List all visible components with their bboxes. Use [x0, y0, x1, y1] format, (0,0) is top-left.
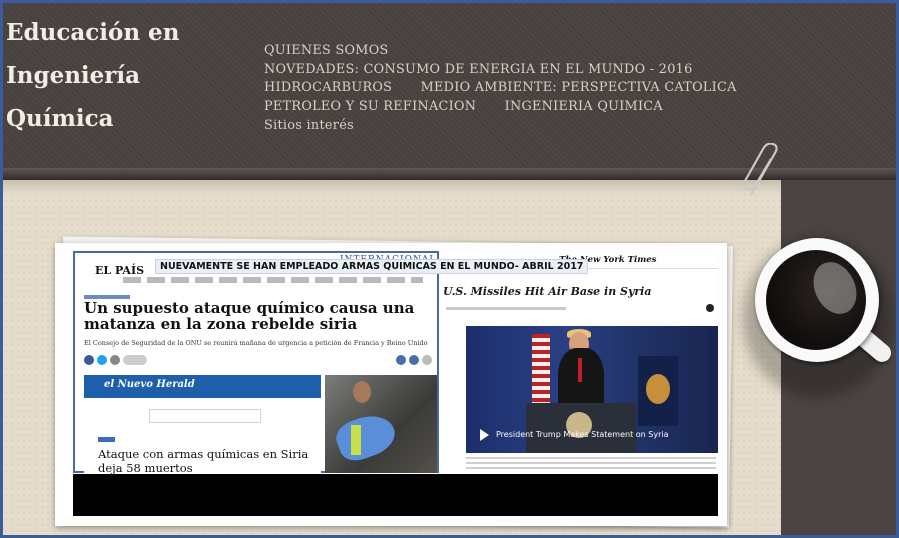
nav-row: QUIENES SOMOS	[264, 42, 784, 61]
nav-row: HIDROCARBUROS MEDIO AMBIENTE: PERSPECTIV…	[264, 79, 784, 98]
more-icon	[422, 355, 432, 365]
heart-icon	[396, 355, 406, 365]
nav-item-ingenieria-quimica[interactable]: INGENIERIA QUIMICA	[505, 98, 663, 117]
speaker-tie	[578, 358, 582, 382]
presidential-flag	[638, 356, 678, 426]
black-bar	[73, 474, 718, 516]
elpais-headline: Un supuesto ataque químico causa una mat…	[84, 299, 415, 333]
herald-photo	[325, 375, 437, 473]
paperclip-icon	[742, 143, 778, 196]
video-caption: President Trump Makes Statement on Syria	[496, 430, 669, 439]
share-icon	[110, 355, 120, 365]
nyt-body-text	[466, 457, 716, 471]
nav-item-quienes-somos[interactable]: QUIENES SOMOS	[264, 42, 389, 61]
site-title[interactable]: Educación en Ingeniería Química	[6, 11, 226, 140]
elpais-share-buttons	[84, 355, 147, 365]
nav-item-petroleo[interactable]: PETROLEO Y SU REFINACION	[264, 98, 476, 117]
featured-banner: NUEVAMENTE SE HAN EMPLEADO ARMAS QUIMICA…	[155, 259, 589, 274]
herald-tag	[98, 437, 115, 442]
nav-item-medio-ambiente[interactable]: MEDIO AMBIENTE: PERSPECTIVA CATOLICA	[421, 79, 737, 98]
elpais-menu-bar	[123, 277, 423, 283]
comments-icon	[123, 355, 147, 365]
facebook-icon	[84, 355, 94, 365]
site-title-line: Educación en	[6, 19, 180, 46]
news-collage: EL PAÍS INTERNACIONAL Un supuesto ataque…	[64, 251, 718, 516]
nav-item-hidrocarburos[interactable]: HIDROCARBUROS	[264, 79, 392, 98]
herald-header-bar: el Nuevo Herald	[84, 375, 321, 398]
nav-item-sitios-interes[interactable]: Sitios interés	[264, 117, 354, 136]
nav-row: NOVEDADES: CONSUMO DE ENERGIA EN EL MUND…	[264, 61, 784, 80]
nav-row: PETROLEO Y SU REFINACION INGENIERIA QUIM…	[264, 98, 784, 117]
herald-divider	[149, 409, 261, 423]
nyt-clipping: The New York Times U.S. Missiles Hit Air…	[443, 251, 718, 473]
elpais-clipping: EL PAÍS INTERNACIONAL Un supuesto ataque…	[73, 251, 439, 475]
site-title-line: Ingeniería	[6, 62, 141, 89]
twitter-icon	[97, 355, 107, 365]
nyt-share-icon	[706, 304, 714, 312]
elpais-logo: EL PAÍS	[95, 264, 145, 277]
featured-image[interactable]: EL PAÍS INTERNACIONAL Un supuesto ataque…	[55, 243, 727, 526]
nyt-video[interactable]: President Trump Makes Statement on Syria	[466, 326, 718, 453]
site-title-line: Química	[6, 105, 114, 132]
mail-icon	[409, 355, 419, 365]
herald-headline: Ataque con armas químicas en Siria deja …	[98, 447, 309, 475]
page-frame: Educación en Ingeniería Química QUIENES …	[0, 0, 899, 538]
herald-logo: el Nuevo Herald	[104, 379, 195, 390]
eagle-emblem	[646, 374, 670, 404]
photo-vest	[351, 425, 361, 455]
nyt-byline	[446, 307, 566, 310]
elpais-tools	[396, 355, 432, 365]
us-flag	[532, 334, 550, 404]
nav-item-novedades[interactable]: NOVEDADES: CONSUMO DE ENERGIA EN EL MUND…	[264, 61, 693, 80]
paper-edge	[3, 180, 781, 194]
photo-blanket	[331, 408, 401, 466]
play-icon[interactable]	[480, 429, 489, 441]
nyt-headline: U.S. Missiles Hit Air Base in Syria	[443, 285, 652, 298]
herald-clipping: el Nuevo Herald Ataque con armas química…	[84, 375, 321, 475]
photo-face	[353, 381, 371, 403]
elpais-subhead: El Consejo de Seguridad de la ONU se reu…	[84, 339, 428, 347]
main-nav: QUIENES SOMOS NOVEDADES: CONSUMO DE ENER…	[264, 42, 784, 136]
nav-row: Sitios interés	[264, 117, 784, 136]
